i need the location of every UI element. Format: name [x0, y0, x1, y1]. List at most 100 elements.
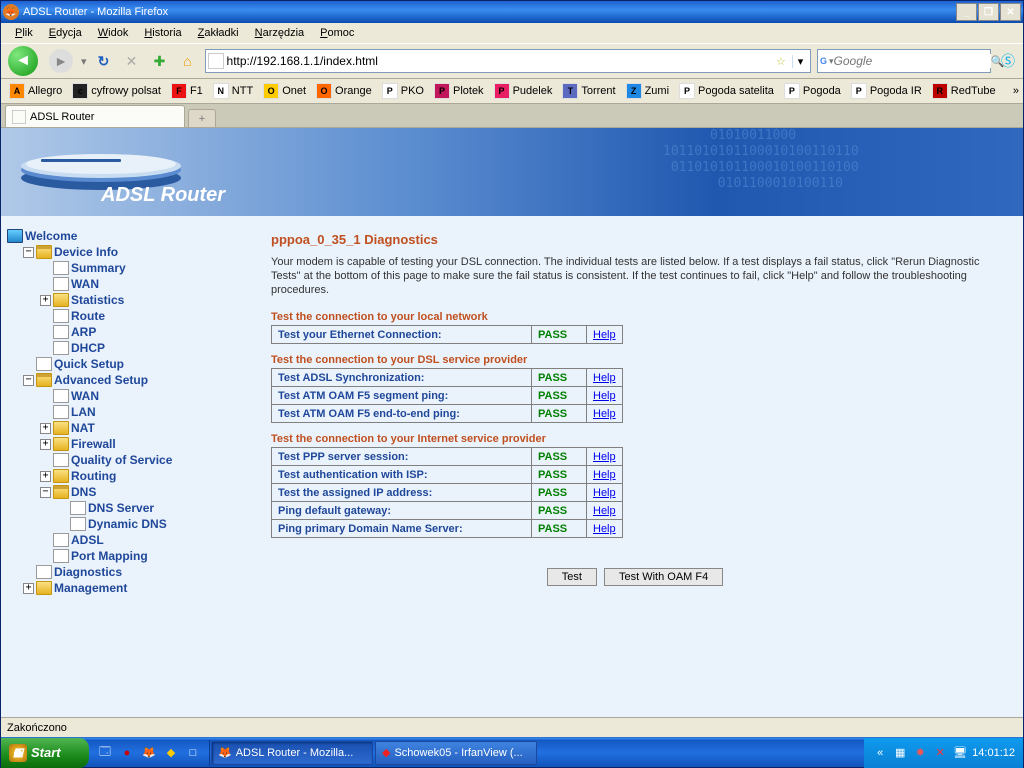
taskbar-item-irfanview[interactable]: ◆ Schowek05 - IrfanView (... — [375, 741, 537, 765]
test-with-oam-button[interactable]: Test With OAM F4 — [604, 568, 723, 586]
tree-as-dns-server[interactable]: DNS Server — [57, 500, 257, 516]
expand-icon[interactable]: + — [40, 423, 51, 434]
collapse-icon[interactable]: − — [23, 247, 34, 258]
search-input[interactable] — [834, 54, 991, 68]
tree-statistics[interactable]: +Statistics — [40, 292, 257, 308]
menu-widok[interactable]: Widok — [90, 25, 137, 41]
bookmark-onet[interactable]: OOnet — [259, 81, 310, 101]
bookmark-pogoda-ir[interactable]: PPogoda IR — [847, 81, 926, 101]
url-box[interactable]: ☆ ▾ — [205, 49, 811, 73]
url-input[interactable] — [227, 54, 776, 68]
tab-adsl-router[interactable]: ADSL Router — [5, 105, 185, 127]
tree-as-routing[interactable]: +Routing — [40, 468, 257, 484]
tree-dhcp[interactable]: DHCP — [40, 340, 257, 356]
bookmark-plotek[interactable]: PPlotek — [430, 81, 488, 101]
help-link[interactable]: Help — [593, 408, 616, 420]
ql-icon[interactable]: ● — [117, 743, 137, 763]
reload-button[interactable]: ↻ — [93, 50, 115, 72]
tray-icon[interactable]: 🖥 — [952, 745, 968, 761]
collapse-icon[interactable]: − — [23, 375, 34, 386]
clock[interactable]: 14:01:12 — [972, 747, 1015, 759]
expand-icon[interactable]: + — [40, 295, 51, 306]
show-desktop-icon[interactable]: 🗔 — [95, 743, 115, 763]
search-box[interactable]: G▾ 🔍 — [817, 49, 991, 73]
tree-wan[interactable]: WAN — [40, 276, 257, 292]
help-link[interactable]: Help — [593, 372, 616, 384]
menu-historia[interactable]: Historia — [136, 25, 189, 41]
tree-as-adsl[interactable]: ADSL — [40, 532, 257, 548]
back-button[interactable]: ◄ — [5, 44, 41, 78]
bookmark-pogoda-satelita[interactable]: PPogoda satelita — [675, 81, 778, 101]
help-link[interactable]: Help — [593, 469, 616, 481]
bookmark-redtube[interactable]: RRedTube — [928, 81, 1000, 101]
add-bookmark-button[interactable]: ✚ — [149, 50, 171, 72]
tree-as-portmap[interactable]: Port Mapping — [40, 548, 257, 564]
help-link[interactable]: Help — [593, 523, 616, 535]
collapse-icon[interactable]: − — [40, 487, 51, 498]
tree-quick-setup[interactable]: Quick Setup — [23, 356, 257, 372]
bookmark-zumi[interactable]: ZZumi — [622, 81, 673, 101]
help-link[interactable]: Help — [593, 390, 616, 402]
tree-arp[interactable]: ARP — [40, 324, 257, 340]
favicon-icon: N — [213, 83, 229, 99]
ql-icon[interactable]: ◆ — [161, 743, 181, 763]
stop-button[interactable]: ✕ — [121, 50, 143, 72]
tree-device-info[interactable]: −Device Info — [23, 244, 257, 260]
expand-icon[interactable]: + — [40, 471, 51, 482]
expand-icon[interactable]: + — [23, 583, 34, 594]
tree-as-dyndns[interactable]: Dynamic DNS — [57, 516, 257, 532]
start-button[interactable]: ⊞ Start — [1, 738, 89, 768]
tree-management[interactable]: +Management — [23, 580, 257, 596]
tray-icon[interactable]: ✕ — [932, 745, 948, 761]
bookmark-pogoda[interactable]: PPogoda — [780, 81, 845, 101]
tree-diagnostics[interactable]: Diagnostics — [23, 564, 257, 580]
tree-summary[interactable]: Summary — [40, 260, 257, 276]
bookmark-torrent[interactable]: TTorrent — [558, 81, 619, 101]
bookmark-pko[interactable]: PPKO — [378, 81, 428, 101]
close-button[interactable]: ✕ — [1000, 3, 1021, 21]
favicon-icon: P — [382, 83, 398, 99]
tree-as-firewall[interactable]: +Firewall — [40, 436, 257, 452]
tree-route[interactable]: Route — [40, 308, 257, 324]
bookmark-f1[interactable]: FF1 — [167, 81, 207, 101]
search-engine-icon[interactable]: G — [820, 53, 827, 69]
menu-edycja[interactable]: Edycja — [41, 25, 90, 41]
bookmark-ntt[interactable]: NNTT — [209, 81, 257, 101]
bookmark-pudelek[interactable]: PPudelek — [490, 81, 557, 101]
bookmark-allegro[interactable]: AAllegro — [5, 81, 66, 101]
tree-advanced-setup[interactable]: −Advanced Setup — [23, 372, 257, 388]
expand-icon[interactable]: + — [40, 439, 51, 450]
help-link[interactable]: Help — [593, 505, 616, 517]
help-link[interactable]: Help — [593, 451, 616, 463]
menu-pomoc[interactable]: Pomoc — [312, 25, 362, 41]
restore-button[interactable]: ❐ — [978, 3, 999, 21]
ql-firefox-icon[interactable]: 🦊 — [139, 743, 159, 763]
bookmarks-overflow-icon[interactable]: » — [1013, 85, 1019, 97]
menu-plik[interactable]: Plik — [7, 25, 41, 41]
help-link[interactable]: Help — [593, 487, 616, 499]
url-dropdown-icon[interactable]: ▾ — [792, 55, 808, 68]
tray-icon[interactable]: ✸ — [912, 745, 928, 761]
help-link[interactable]: Help — [593, 329, 616, 341]
home-button[interactable]: ⌂ — [177, 50, 199, 72]
menu-bar: PlikEdycjaWidokHistoriaZakładkiNarzędzia… — [1, 23, 1023, 43]
skype-icon[interactable]: Ⓢ — [997, 50, 1019, 72]
bookmark-cyfrowy-polsat[interactable]: ccyfrowy polsat — [68, 81, 165, 101]
tree-welcome[interactable]: Welcome — [7, 228, 257, 244]
tree-as-lan[interactable]: LAN — [40, 404, 257, 420]
menu-zakładki[interactable]: Zakładki — [190, 25, 247, 41]
tree-as-dns[interactable]: −DNS — [40, 484, 257, 500]
tray-chevron-icon[interactable]: « — [872, 745, 888, 761]
test-button[interactable]: Test — [547, 568, 597, 586]
tree-as-nat[interactable]: +NAT — [40, 420, 257, 436]
bookmark-orange[interactable]: OOrange — [312, 81, 376, 101]
menu-narzędzia[interactable]: Narzędzia — [247, 25, 313, 41]
ql-totalcmd-icon[interactable]: □ — [183, 743, 203, 763]
tree-as-qos[interactable]: Quality of Service — [40, 452, 257, 468]
minimize-button[interactable]: _ — [956, 3, 977, 21]
taskbar-item-firefox[interactable]: 🦊 ADSL Router - Mozilla... — [211, 741, 373, 765]
bookmark-star-icon[interactable]: ☆ — [776, 55, 792, 68]
new-tab-button[interactable]: + — [188, 109, 216, 127]
tray-icon[interactable]: ▦ — [892, 745, 908, 761]
tree-as-wan[interactable]: WAN — [40, 388, 257, 404]
